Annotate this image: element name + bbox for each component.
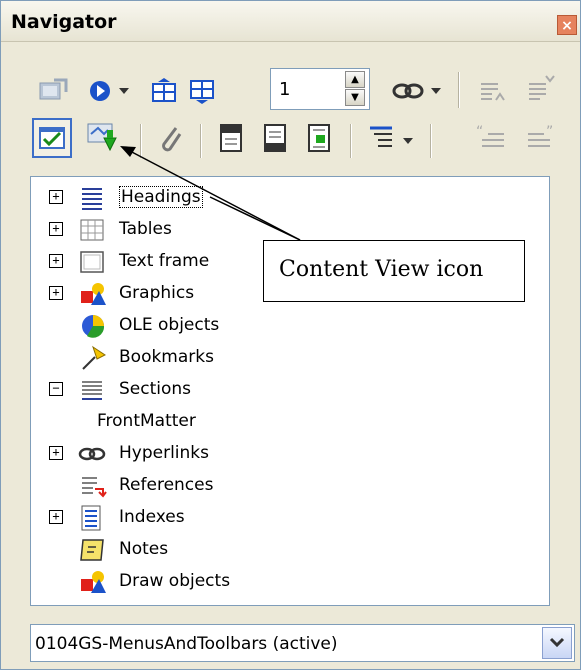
promote-level-icon[interactable] [478,78,506,104]
tree-item-label: Graphics [119,283,195,303]
tree-item-label: Draw objects [119,571,231,591]
stepper-buttons: ▲ ▼ [345,71,367,107]
tree-item-indexes[interactable]: + Indexes [31,503,531,533]
toggle-icon[interactable] [38,78,68,104]
tree-item-ole-objects[interactable]: OLE objects [31,311,531,341]
title-bar: Navigator × [1,1,580,42]
navigation-icon[interactable] [88,78,114,104]
toolbar-separator [350,124,352,158]
header-icon[interactable] [218,122,244,154]
promote-chapter-icon[interactable]: “ [474,122,508,154]
next-icon[interactable] [188,78,216,104]
previous-icon[interactable] [150,78,178,104]
tree-item-label: Tables [119,219,172,239]
heading-levels-icon[interactable] [368,124,396,152]
text-frame-icon [79,249,107,275]
tree-item-references[interactable]: References [31,471,531,501]
tree-item-headings[interactable]: + Headings [31,183,531,213]
content-view-icon[interactable] [32,118,72,158]
tree-item-label: Headings [119,186,203,208]
drag-mode-icon[interactable] [392,80,424,102]
toolbar-separator [430,124,432,158]
expand-toggle[interactable]: + [49,510,63,524]
draw-objects-icon [79,569,107,595]
tree-item-label: Text frame [119,251,210,271]
bookmarks-icon [79,345,107,371]
tree-item-label: References [119,475,214,495]
tree-item-draw-objects[interactable]: Draw objects [31,567,531,597]
indexes-icon [79,505,107,531]
expand-toggle[interactable]: + [49,286,63,300]
toolbar-separator [200,124,202,158]
expand-toggle[interactable]: + [49,254,63,268]
stepper-down-icon[interactable]: ▼ [345,89,365,106]
reminder-icon[interactable] [158,124,184,154]
headings-icon [79,185,107,211]
tree-item-label: OLE objects [119,315,220,335]
demote-chapter-icon[interactable]: ” [526,122,560,154]
callout-text: Content View icon [279,257,484,282]
dropdown-arrow-icon[interactable] [430,86,442,96]
sections-icon [79,377,107,403]
tree-item-frontmatter[interactable]: FrontMatter [31,407,531,437]
expand-toggle[interactable]: + [49,446,63,460]
tree-item-label: Bookmarks [119,347,214,367]
toolbar-separator [458,72,460,108]
expand-toggle[interactable]: + [49,222,63,236]
tree-item-notes[interactable]: Notes [31,535,531,565]
svg-text:”: ” [546,124,553,140]
hyperlinks-icon [77,441,106,467]
dropdown-arrow-icon[interactable] [402,136,414,146]
tree-item-label: Hyperlinks [119,443,210,463]
list-box-icon[interactable] [86,122,120,154]
notes-icon [79,537,107,563]
document-select[interactable]: 0104GS-MenusAndToolbars (active) [30,624,575,662]
stepper-up-icon[interactable]: ▲ [345,71,365,88]
references-icon [79,473,107,499]
tree-item-bookmarks[interactable]: Bookmarks [31,343,531,373]
chevron-down-icon[interactable] [542,627,572,659]
tree-item-sections[interactable]: − Sections [31,375,531,405]
graphics-icon [79,281,107,307]
dropdown-arrow-icon[interactable] [118,86,130,96]
window-title: Navigator [11,11,117,33]
anchor-icon[interactable] [306,122,332,154]
toolbar-separator [140,124,142,158]
callout-box: Content View icon [263,240,525,302]
close-button[interactable]: × [557,15,577,35]
tree-item-label: FrontMatter [97,411,196,431]
tree-item-label: Indexes [119,507,185,527]
expand-toggle[interactable]: + [49,190,63,204]
tree-item-label: Notes [119,539,169,559]
ole-objects-icon [79,313,107,339]
collapse-toggle[interactable]: − [49,382,63,396]
tree-item-hyperlinks[interactable]: + Hyperlinks [31,439,531,469]
tables-icon [79,217,107,243]
footer-icon[interactable] [262,122,288,154]
demote-level-icon[interactable] [526,74,556,104]
page-number-stepper[interactable]: 1 ▲ ▼ [270,68,370,110]
document-select-value: 0104GS-MenusAndToolbars (active) [35,634,338,654]
tree-item-label: Sections [119,379,192,399]
svg-text:“: “ [476,124,483,140]
page-number-value: 1 [279,79,291,100]
